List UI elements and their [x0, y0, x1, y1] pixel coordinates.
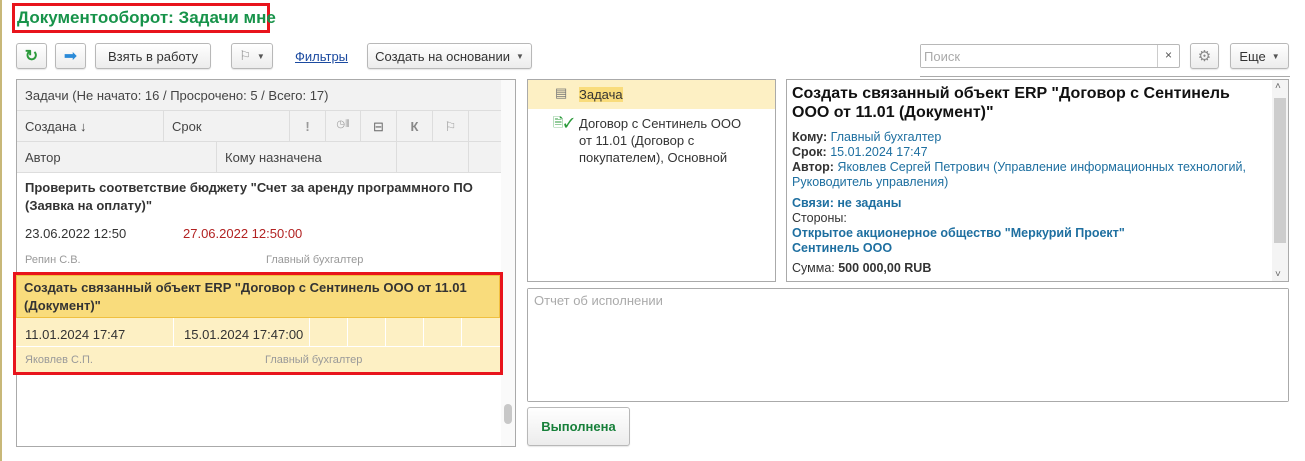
column-created[interactable]: Создана ↓	[17, 111, 164, 142]
chevron-down-icon: ▼	[256, 51, 265, 61]
search-field: ×	[920, 44, 1180, 68]
filters-link[interactable]: Фильтры	[295, 49, 348, 64]
list-summary: Задачи (Не начато: 16 / Просрочено: 5 / …	[17, 80, 503, 111]
clear-search-button[interactable]: ×	[1157, 45, 1179, 67]
column-header-row: Создана ↓ Срок ! ◷⦀ ⊟ К ⚐	[17, 111, 503, 142]
forward-button[interactable]: ➡	[55, 43, 86, 69]
arrow-right-icon: ➡	[63, 48, 78, 65]
detail-title: Создать связанный объект ERP "Договор с …	[792, 85, 1230, 121]
window-edge	[0, 0, 2, 461]
cell	[310, 318, 348, 346]
task-author: Яковлев С.П.	[25, 354, 93, 366]
cell	[386, 318, 424, 346]
task-title: Проверить соответствие бюджету "Счет за …	[25, 180, 473, 213]
task-author: Репин С.В.	[25, 254, 81, 266]
refresh-button[interactable]: ↻	[16, 43, 47, 69]
flag-dropdown-button[interactable]: ⚐ ▼	[231, 43, 273, 69]
list-scrollbar[interactable]	[501, 80, 515, 446]
sum-label: Сумма:	[792, 261, 835, 275]
page-title: Документооборот: Задачи мне	[17, 8, 276, 27]
party-link[interactable]: Сентинель ООО	[792, 241, 1262, 256]
column-k[interactable]: К	[397, 111, 433, 142]
task-due: 27.06.2022 12:50:00	[183, 226, 303, 241]
task-assignee: Главный бухгалтер	[266, 254, 364, 266]
object-item-contract[interactable]: 🗎✓ Договор с Сентинель ООО от 11.01 (Дог…	[528, 111, 775, 171]
scroll-thumb[interactable]	[1274, 98, 1286, 243]
task-assignee: Главный бухгалтер	[265, 354, 363, 366]
object-item-task[interactable]: ▤ Задача	[528, 80, 775, 109]
author-value[interactable]: Яковлев Сергей Петрович (Управление инфо…	[792, 160, 1246, 189]
detail-scrollbar[interactable]: ˄ ˅	[1272, 80, 1288, 281]
report-textarea[interactable]	[528, 289, 1288, 401]
selected-title-bar: Создать связанный объект ERP "Договор с …	[16, 275, 500, 318]
sum-value: 500 000,00 RUB	[838, 261, 932, 275]
list-item-selected[interactable]: Создать связанный объект ERP "Договор с …	[13, 272, 503, 375]
to-label: Кому:	[792, 130, 828, 144]
related-objects-panel: ▤ Задача 🗎✓ Договор с Сентинель ООО от 1…	[527, 79, 776, 282]
task-list: Задачи (Не начато: 16 / Просрочено: 5 / …	[16, 79, 516, 447]
column-blank	[397, 142, 469, 173]
status-icon[interactable]: ◷⦀	[326, 111, 361, 142]
object-label: Договор с Сентинель ООО от 11.01 (Догово…	[579, 116, 742, 165]
divider	[920, 76, 1290, 77]
document-icon: ▤	[555, 85, 568, 100]
due-value[interactable]: 15.01.2024 17:47	[830, 145, 927, 159]
task-created: 23.06.2022 12:50	[25, 226, 127, 241]
parties-label: Стороны:	[792, 211, 847, 225]
scroll-thumb[interactable]	[504, 404, 512, 424]
task-detail-panel: Создать связанный объект ERP "Договор с …	[786, 79, 1289, 282]
create-based-on-button[interactable]: Создать на основании ▼	[367, 43, 532, 69]
flag-icon: ⚐	[239, 48, 251, 63]
hierarchy-icon[interactable]: ⊟	[361, 111, 397, 142]
detail-due: Срок: 15.01.2024 17:47	[792, 145, 1262, 160]
scroll-down-icon[interactable]: ˅	[1275, 269, 1281, 280]
chevron-down-icon: ▼	[515, 51, 524, 61]
links-link[interactable]: Связи: не заданы	[792, 196, 1262, 211]
create-based-on-label: Создать на основании	[375, 48, 510, 64]
more-label: Еще	[1239, 48, 1266, 64]
refresh-icon: ↻	[24, 48, 39, 65]
author-label: Автор:	[792, 160, 834, 174]
column-due[interactable]: Срок	[164, 111, 290, 142]
detail-to: Кому: Главный бухгалтер	[792, 130, 1262, 145]
search-input[interactable]	[921, 45, 1157, 67]
cell	[424, 318, 462, 346]
column-author[interactable]: Автор	[17, 142, 217, 173]
settings-button[interactable]: ⚙	[1190, 43, 1219, 69]
row-divider	[16, 346, 500, 347]
to-value[interactable]: Главный бухгалтер	[831, 130, 942, 144]
due-label: Срок:	[792, 145, 827, 159]
task-title: Создать связанный объект ERP "Договор с …	[24, 280, 467, 313]
cell	[348, 318, 386, 346]
detail-author: Автор: Яковлев Сергей Петрович (Управлен…	[792, 160, 1262, 190]
column-importance[interactable]: !	[290, 111, 326, 142]
gear-icon: ⚙	[1197, 48, 1212, 65]
complete-button[interactable]: Выполнена	[527, 407, 630, 446]
task-due: 15.01.2024 17:47:00	[184, 327, 304, 342]
document-check-icon: 🗎✓	[553, 115, 575, 130]
detail-sum: Сумма: 500 000,00 RUB	[792, 261, 1262, 276]
scroll-up-icon[interactable]: ˄	[1275, 81, 1281, 92]
more-button[interactable]: Еще ▼	[1230, 43, 1289, 69]
party-link[interactable]: Открытое акционерное общество "Меркурий …	[792, 226, 1262, 241]
take-to-work-button[interactable]: Взять в работу	[95, 43, 211, 69]
column-assignee[interactable]: Кому назначена	[217, 142, 397, 173]
task-created: 11.01.2024 17:47	[25, 327, 126, 342]
flag-icon[interactable]: ⚐	[433, 111, 469, 142]
column-header-row-2: Автор Кому назначена	[17, 142, 503, 173]
object-label: Задача	[579, 87, 623, 102]
report-field	[527, 288, 1289, 402]
chevron-down-icon: ▼	[1271, 51, 1280, 61]
